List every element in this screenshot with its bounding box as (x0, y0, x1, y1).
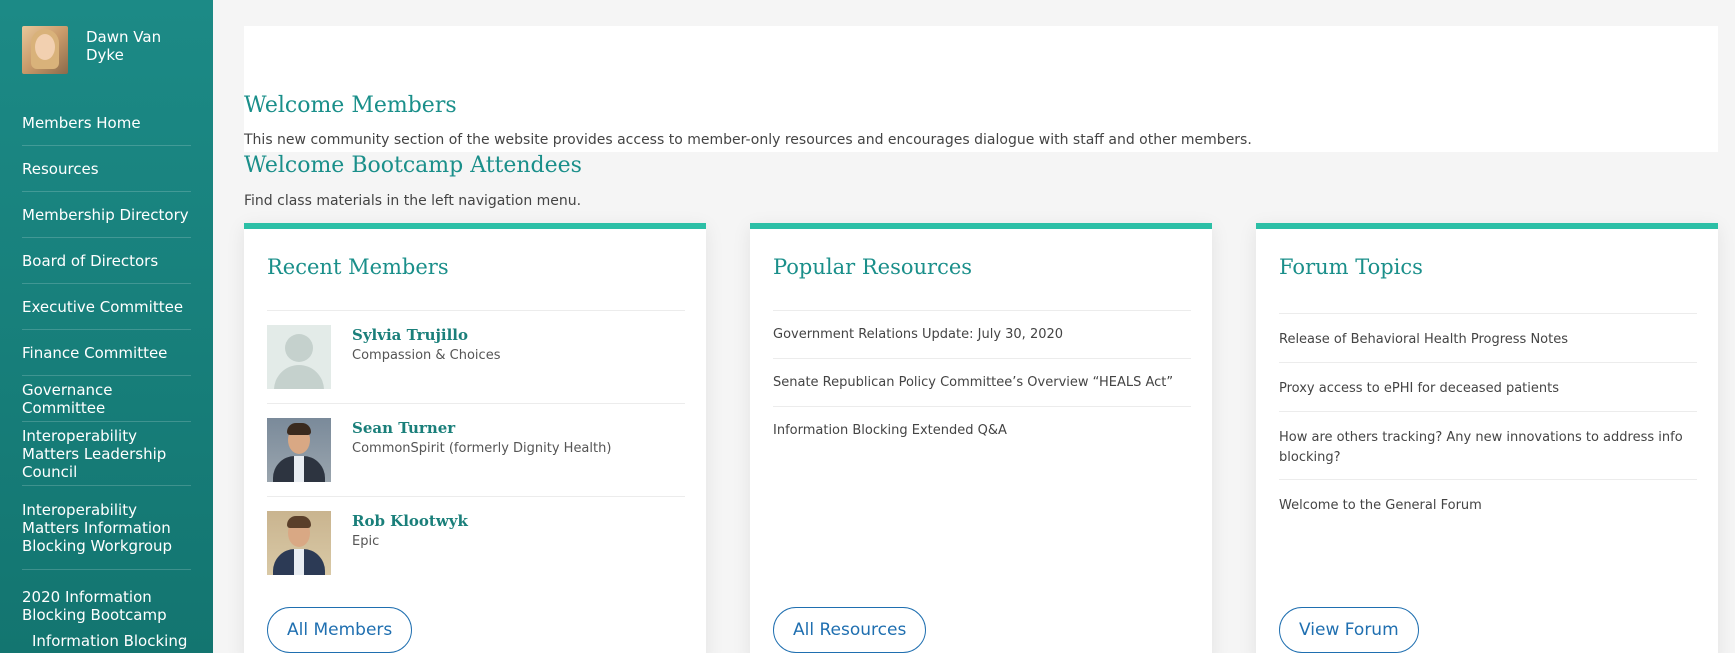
sidebar-item-finance-committee[interactable]: Finance Committee (22, 330, 191, 376)
card-title: Popular Resources (773, 255, 973, 279)
member-avatar[interactable] (267, 325, 331, 389)
sidebar-item-im-leadership-council[interactable]: Interoperability Matters Leadership Coun… (22, 422, 191, 486)
resource-item[interactable]: Government Relations Update: July 30, 20… (773, 310, 1191, 342)
popular-resources-card: Popular Resources Government Relations U… (750, 223, 1212, 653)
sidebar-item-board-of-directors[interactable]: Board of Directors (22, 238, 191, 284)
sidebar-item-info-blocking-bootcamp[interactable]: 2020 Information Blocking Bootcamp (22, 570, 191, 628)
all-members-button[interactable]: All Members (267, 607, 413, 653)
sidebar: Dawn Van Dyke Members Home Resources Mem… (0, 0, 213, 653)
forum-topic[interactable]: Welcome to the General Forum (1279, 479, 1697, 516)
sidebar-nav: Members Home Resources Membership Direct… (0, 100, 213, 653)
welcome-title: Welcome Members (244, 93, 457, 118)
sidebar-item-im-info-blocking-workgroup[interactable]: Interoperability Matters Information Blo… (22, 486, 191, 570)
member-avatar[interactable] (267, 418, 331, 482)
forum-topic[interactable]: Proxy access to ePHI for deceased patien… (1279, 362, 1697, 399)
recent-members-card: Recent Members Sylvia Trujillo Compassio… (244, 223, 706, 653)
member-org: Epic (352, 534, 380, 549)
bootcamp-text: Find class materials in the left navigat… (244, 193, 582, 209)
resource-item[interactable]: Information Blocking Extended Q&A (773, 406, 1191, 438)
card-title: Forum Topics (1279, 255, 1423, 279)
member-name[interactable]: Rob Klootwyk (352, 512, 468, 530)
member-name[interactable]: Sean Turner (352, 419, 455, 437)
bootcamp-title: Welcome Bootcamp Attendees (244, 153, 582, 178)
avatar[interactable] (22, 26, 68, 74)
forum-topics-card: Forum Topics Release of Behavioral Healt… (1256, 223, 1718, 653)
member-row: Rob Klootwyk Epic (267, 496, 685, 590)
card-title: Recent Members (267, 255, 449, 279)
all-resources-button[interactable]: All Resources (773, 607, 927, 653)
forum-topic[interactable]: Release of Behavioral Health Progress No… (1279, 313, 1697, 350)
member-org: CommonSpirit (formerly Dignity Health) (352, 441, 612, 456)
sidebar-item-executive-committee[interactable]: Executive Committee (22, 284, 191, 330)
main-content: Welcome Members This new community secti… (213, 0, 1735, 653)
member-org: Compassion & Choices (352, 348, 501, 363)
member-row: Sylvia Trujillo Compassion & Choices (267, 310, 685, 404)
sidebar-subitem-bootcamp-resources[interactable]: Information Blocking Bootcamp Resources (22, 632, 191, 653)
sidebar-item-membership-directory[interactable]: Membership Directory (22, 192, 191, 238)
member-avatar[interactable] (267, 511, 331, 575)
resource-item[interactable]: Senate Republican Policy Committee’s Ove… (773, 358, 1191, 390)
user-name[interactable]: Dawn Van Dyke (86, 28, 176, 64)
member-row: Sean Turner CommonSpirit (formerly Digni… (267, 403, 685, 497)
welcome-text: This new community section of the websit… (244, 132, 1252, 148)
view-forum-button[interactable]: View Forum (1279, 607, 1419, 653)
sidebar-item-members-home[interactable]: Members Home (22, 100, 191, 146)
sidebar-item-governance-committee[interactable]: Governance Committee (22, 376, 191, 422)
sidebar-item-resources[interactable]: Resources (22, 146, 191, 192)
forum-topic[interactable]: How are others tracking? Any new innovat… (1279, 411, 1697, 468)
user-profile[interactable]: Dawn Van Dyke (0, 0, 213, 100)
member-name[interactable]: Sylvia Trujillo (352, 326, 468, 344)
